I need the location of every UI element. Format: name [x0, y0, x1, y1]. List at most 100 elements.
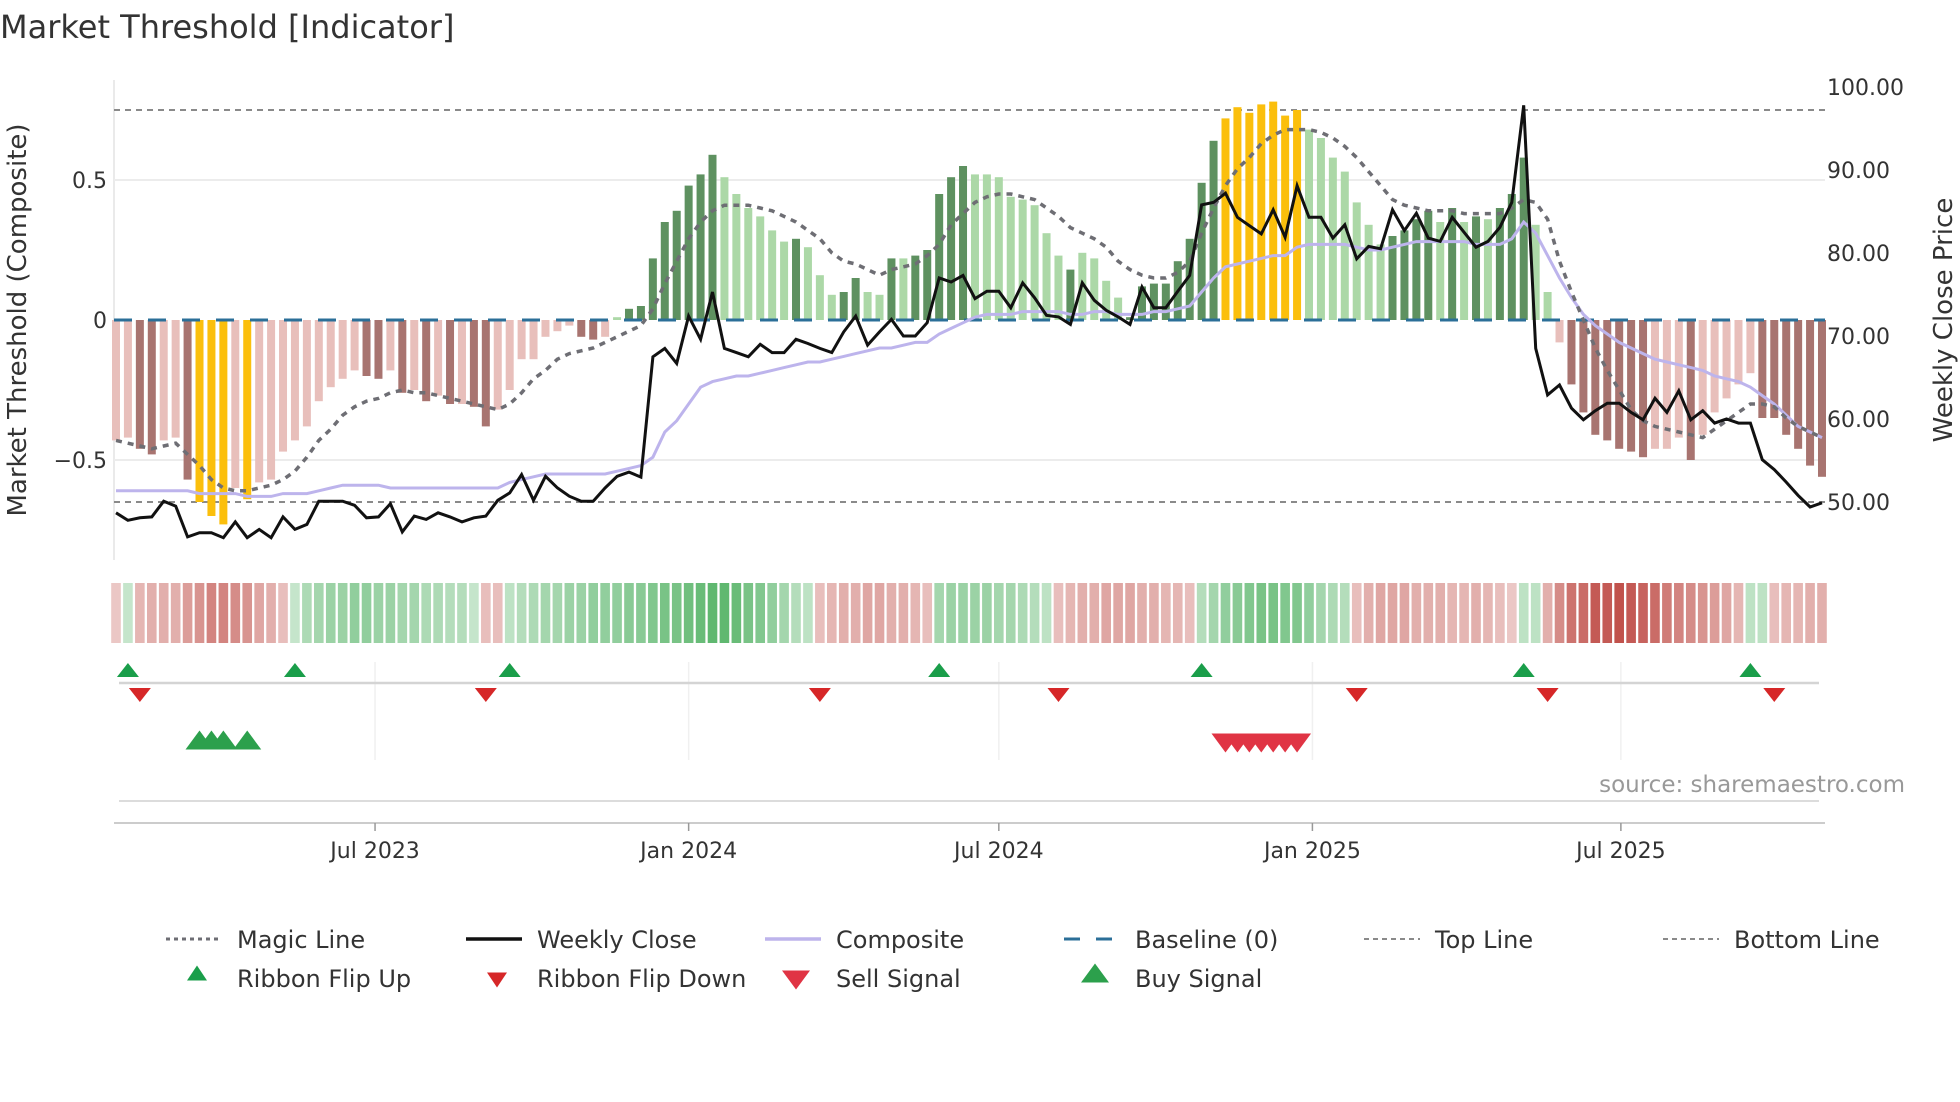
composite-bar	[1734, 320, 1743, 385]
ribbon-cell	[206, 583, 217, 643]
composite-bar	[1245, 112, 1254, 320]
composite-bar	[1650, 320, 1659, 449]
ribbon-cell	[123, 583, 133, 643]
composite-bar	[613, 317, 622, 320]
ribbon-cell	[146, 583, 157, 643]
composite-bar	[780, 241, 789, 320]
composite-bar	[768, 230, 777, 320]
composite-bar	[350, 320, 359, 371]
ribbon-cell	[1781, 583, 1791, 643]
ribbon-strip	[111, 583, 1827, 643]
ribbon-cell	[194, 583, 205, 643]
legend-label: Sell Signal	[836, 965, 961, 993]
composite-bar	[338, 320, 347, 379]
ribbon-cell	[397, 583, 408, 643]
ribbon-flip-up-marker	[1739, 663, 1762, 677]
ribbon-cell	[1578, 583, 1589, 643]
composite-bar	[457, 320, 466, 404]
left-axis-label: Market Threshold (Composite)	[3, 123, 33, 516]
composite-bar	[398, 320, 407, 393]
ribbon-flip-up-marker	[116, 663, 139, 677]
composite-bar	[314, 320, 323, 402]
ribbon-flip-up-marker	[928, 663, 951, 677]
ribbon-cell	[302, 583, 312, 643]
ribbon-cell	[1733, 583, 1744, 643]
composite-bar	[601, 320, 610, 337]
composite-bar	[446, 320, 455, 404]
ribbon-cell	[1113, 583, 1123, 643]
composite-bar	[541, 320, 550, 337]
ribbon-flip-down-marker	[474, 688, 497, 702]
ribbon-cell	[564, 583, 575, 643]
ribbon-cell	[862, 583, 873, 643]
left-tick-label: 0.5	[72, 169, 107, 194]
composite-bar	[660, 222, 669, 320]
legend-label: Bottom Line	[1734, 926, 1880, 954]
ribbon-cell	[1232, 583, 1243, 643]
ribbon-cell	[982, 583, 992, 643]
composite-bar	[481, 320, 490, 427]
composite-bar	[505, 320, 514, 390]
x-tick-label: Jan 2024	[638, 839, 737, 864]
ribbon-cell	[540, 583, 551, 643]
ribbon-cell	[1507, 583, 1517, 643]
ribbon-cell	[433, 583, 443, 643]
ribbon-flip-down-marker	[1536, 688, 1559, 702]
ribbon-cell	[552, 583, 563, 643]
ribbon-cell	[1483, 583, 1493, 643]
composite-bar	[624, 308, 633, 320]
legend-item: Baseline (0)	[1064, 926, 1278, 954]
ribbon-cell	[1137, 583, 1147, 643]
composite-bar	[1364, 224, 1373, 320]
ribbon-cell	[636, 583, 646, 643]
ribbon-cell	[1769, 583, 1780, 643]
composite-bar	[1042, 233, 1051, 320]
composite-bar	[1817, 320, 1826, 477]
ribbon-cell	[1244, 583, 1255, 643]
legend-item: Weekly Close	[466, 926, 697, 954]
ribbon-cell	[492, 583, 503, 643]
composite-bar	[1579, 320, 1588, 413]
composite-bar	[553, 320, 562, 332]
ribbon-cell	[528, 583, 539, 643]
composite-bar	[959, 166, 968, 320]
ribbon-cell	[934, 583, 944, 643]
ribbon-cell	[445, 583, 455, 643]
composite-bar	[123, 320, 132, 438]
composite-bar	[267, 320, 276, 480]
composite-bar	[326, 320, 335, 388]
composite-bar	[1376, 244, 1385, 320]
ribbon-cell	[1172, 583, 1183, 643]
composite-bar	[112, 320, 120, 441]
composite-bar	[1567, 320, 1576, 385]
ribbon-cell	[588, 583, 598, 643]
ribbon-cell	[1053, 583, 1064, 643]
ribbon-cell	[612, 583, 622, 643]
composite-bar	[1472, 216, 1481, 320]
ribbon-cell	[1339, 583, 1350, 643]
legend-label: Magic Line	[237, 926, 365, 954]
composite-bar	[1102, 280, 1111, 320]
legend-item: Ribbon Flip Down	[487, 965, 746, 993]
composite-bar	[422, 320, 431, 402]
legend-label: Composite	[836, 926, 964, 954]
composite-bar	[231, 320, 240, 488]
composite-bar	[720, 177, 729, 320]
ribbon-cell	[1196, 583, 1207, 643]
composite-bar	[1483, 219, 1492, 320]
ribbon-flip-up-marker	[283, 663, 306, 677]
ribbon-cell	[1208, 583, 1219, 643]
composite-bar	[815, 275, 824, 320]
composite-bar	[1316, 138, 1325, 320]
composite-bar	[1722, 320, 1731, 399]
ribbon-flip-down-marker	[1345, 688, 1368, 702]
composite-bar	[374, 320, 383, 379]
composite-bar	[279, 320, 288, 452]
ribbon-cell	[1399, 583, 1410, 643]
ribbon-cell	[1614, 583, 1624, 643]
composite-bar	[183, 320, 192, 480]
ribbon-cell	[922, 583, 933, 643]
ribbon-cell	[1518, 583, 1529, 643]
ribbon-cell	[791, 583, 801, 643]
ribbon-cell	[1674, 583, 1684, 643]
